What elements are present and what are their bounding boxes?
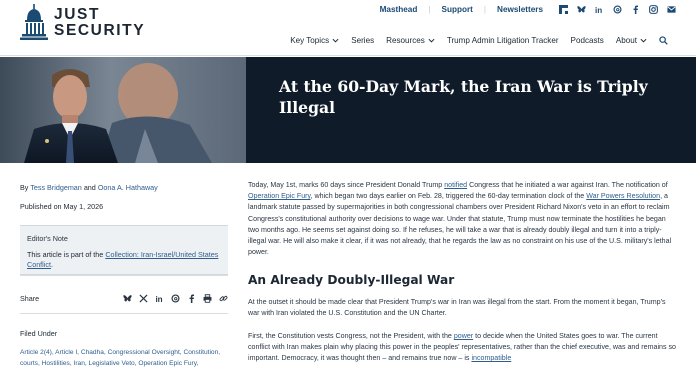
share-label: Share (20, 293, 40, 303)
author-link[interactable]: Oona A. Hathaway (98, 183, 158, 192)
linkedin-icon[interactable]: in (595, 5, 604, 14)
search-icon[interactable] (659, 36, 668, 45)
print-icon[interactable] (203, 293, 212, 303)
nav-resources[interactable]: Resources (386, 36, 435, 45)
threads-icon[interactable] (171, 293, 180, 303)
editors-note-text: This article is part of the Collection: … (27, 250, 219, 269)
chevron-down-icon (640, 38, 647, 43)
section-heading: An Already Doubly-Illegal War (248, 273, 455, 287)
chevron-down-icon (332, 38, 339, 43)
site-header: JUST SECURITY Masthead | Support | Newsl… (0, 0, 696, 56)
chevron-down-icon (428, 38, 435, 43)
operation-epic-fury-link[interactable]: Operation Epic Fury (248, 192, 311, 200)
flipboard-icon[interactable] (559, 5, 568, 14)
support-link[interactable]: Support (442, 5, 473, 14)
newsletters-link[interactable]: Newsletters (497, 5, 543, 14)
nav-series[interactable]: Series (351, 36, 374, 45)
war-powers-resolution-link[interactable]: War Powers Resolution (586, 192, 660, 200)
capitol-dome-icon (20, 4, 48, 40)
filed-under-tags[interactable]: Article 2(4), Article I, Chadha, Congres… (20, 347, 228, 369)
byline: By Tess Bridgeman and Oona A. Hathaway (20, 183, 158, 192)
instagram-icon[interactable] (649, 5, 658, 14)
svg-text:in: in (595, 6, 602, 14)
power-link[interactable]: power (454, 332, 473, 340)
notified-link[interactable]: notified (444, 181, 467, 189)
share-icons: in (123, 293, 228, 303)
nav-key-topics[interactable]: Key Topics (290, 36, 339, 45)
editors-note-label: Editor's Note (27, 234, 68, 243)
email-icon[interactable] (667, 5, 676, 14)
publish-date: Published on May 1, 2026 (20, 202, 104, 211)
social-links: in (559, 5, 676, 14)
sidebar-divider (20, 313, 228, 314)
nav-about[interactable]: About (616, 36, 647, 45)
article-title: At the 60-Day Mark, the Iran War is Trip… (279, 77, 648, 117)
article-paragraph: Today, May 1st, marks 60 days since Pres… (248, 181, 672, 257)
link-icon[interactable] (219, 294, 228, 303)
site-logo[interactable]: JUST SECURITY (20, 4, 145, 42)
site-wordmark: JUST SECURITY (54, 6, 146, 39)
masthead-link[interactable]: Masthead (380, 5, 418, 14)
facebook-icon[interactable] (187, 294, 196, 303)
x-icon[interactable] (139, 293, 148, 303)
editors-note: Editor's Note This article is part of th… (20, 225, 228, 275)
article-paragraph: At the outset it should be made clear th… (248, 298, 666, 318)
threads-icon[interactable] (613, 5, 622, 14)
sidebar-divider (20, 275, 228, 276)
bluesky-icon[interactable] (123, 294, 132, 303)
article-hero: At the 60-Day Mark, the Iran War is Trip… (0, 57, 696, 163)
incompatible-link[interactable]: incompatible (471, 354, 511, 362)
nav-litigation-tracker[interactable]: Trump Admin Litigation Tracker (447, 36, 559, 45)
linkedin-icon[interactable]: in (155, 294, 164, 302)
author-link[interactable]: Tess Bridgeman (30, 183, 82, 192)
hero-photo (0, 57, 246, 163)
filed-under-label: Filed Under (20, 329, 58, 338)
share-bar: Share in (20, 291, 228, 305)
bluesky-icon[interactable] (577, 5, 586, 14)
main-nav: Key Topics Series Resources Trump Admin … (278, 36, 668, 45)
nav-podcasts[interactable]: Podcasts (571, 36, 604, 45)
article-paragraph: First, the Constitution vests Congress, … (248, 332, 676, 363)
utility-links: Masthead | Support | Newsletters in (380, 5, 676, 14)
facebook-icon[interactable] (631, 5, 640, 14)
svg-text:in: in (155, 294, 162, 302)
